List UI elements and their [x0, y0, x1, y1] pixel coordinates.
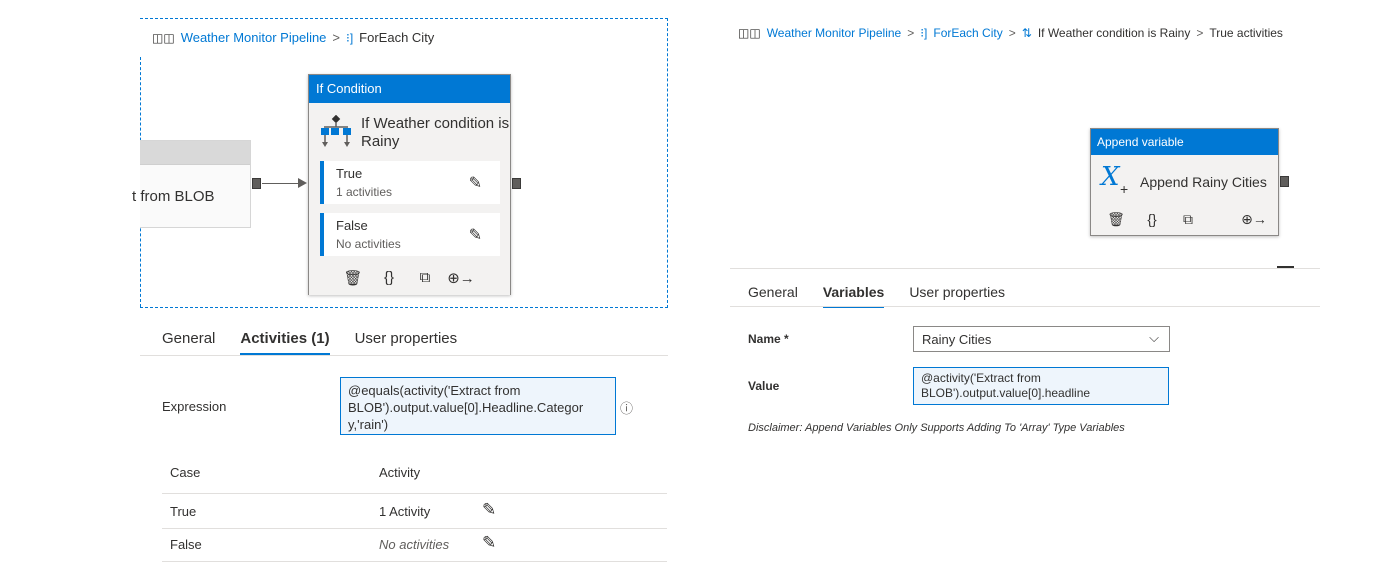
breadcrumb-separator: >	[332, 30, 341, 45]
row-case: True	[170, 504, 197, 519]
delete-icon[interactable]: 🗑	[1098, 211, 1134, 228]
connector-line	[262, 183, 302, 184]
code-icon[interactable]: {}	[1134, 211, 1170, 228]
breadcrumb-separator: >	[907, 26, 915, 40]
breadcrumb-foreach: ForEach City	[359, 30, 435, 45]
expression-line: y,'rain')	[348, 417, 389, 432]
pipeline-icon: ◫◫	[152, 30, 175, 45]
table-row: True 1 Activity ✎	[162, 496, 667, 529]
selected-value: Rainy Cities	[922, 332, 992, 347]
edit-pencil-icon[interactable]: ✎	[469, 173, 482, 193]
expression-line: @equals(activity('Extract from	[348, 383, 521, 398]
activity-type-header: Append variable	[1091, 129, 1278, 155]
breadcrumb-foreach[interactable]: ForEach City	[933, 26, 1002, 40]
breadcrumb-if-condition[interactable]: If Weather condition is Rainy	[1038, 26, 1191, 40]
variable-x-icon: X	[1101, 162, 1120, 192]
divider	[730, 306, 1320, 307]
tab-activities[interactable]: Activities (1)	[240, 330, 330, 355]
row-activity: 1 Activity	[379, 504, 431, 519]
add-output-icon[interactable]: ⊕→	[443, 269, 479, 287]
table-row: False No activities ✎	[162, 529, 667, 562]
foreach-icon: ⁝]	[920, 26, 928, 40]
breadcrumb: ◫◫ Weather Monitor Pipeline > ⁝] ForEach…	[738, 26, 1283, 40]
delete-icon[interactable]: 🗑	[335, 269, 371, 287]
tab-user-properties[interactable]: User properties	[355, 330, 458, 355]
case-activity-count: 1 activities	[336, 185, 393, 199]
value-label: Value	[748, 379, 780, 393]
case-false[interactable]: False No activities ✎	[320, 213, 500, 256]
extract-activity-node[interactable]: t from BLOB	[132, 140, 251, 228]
chevron-down-icon: ⌵	[1149, 330, 1159, 345]
tab-general[interactable]: General	[748, 284, 798, 308]
disclaimer-text: Disclaimer: Append Variables Only Suppor…	[748, 422, 1125, 434]
activity-toolbar: 🗑 {} ⧉ ⊕→	[335, 269, 479, 287]
activity-type-header: If Condition	[309, 75, 510, 103]
case-label: True	[336, 166, 363, 181]
variable-plus-icon: +	[1120, 181, 1129, 197]
name-label: Name *	[748, 332, 789, 346]
edit-pencil-icon[interactable]: ✎	[482, 500, 496, 520]
tab-user-properties[interactable]: User properties	[909, 284, 1005, 308]
output-port[interactable]	[252, 178, 261, 189]
value-input[interactable]: @activity('Extract from BLOB').output.va…	[913, 367, 1169, 405]
code-icon[interactable]: {}	[371, 269, 407, 287]
value-line: BLOB').output.value[0].headline	[921, 386, 1091, 400]
value-line: @activity('Extract from	[921, 371, 1041, 385]
variable-name-dropdown[interactable]: Rainy Cities ⌵	[913, 326, 1170, 352]
case-activity-count: No activities	[336, 237, 401, 251]
divider	[730, 268, 1320, 269]
column-header-activity: Activity	[379, 465, 421, 480]
activity-title: t from BLOB	[132, 188, 215, 205]
row-case: False	[170, 537, 202, 552]
column-header-case: Case	[170, 465, 201, 480]
breadcrumb-separator: >	[1196, 26, 1204, 40]
connector-arrow-icon	[298, 178, 307, 188]
if-condition-icon	[321, 115, 351, 147]
tab-variables[interactable]: Variables	[822, 284, 884, 308]
info-icon[interactable]: ⓘ	[620, 398, 633, 417]
edit-pencil-icon[interactable]: ✎	[482, 533, 496, 553]
breadcrumb: ◫◫ Weather Monitor Pipeline > ⁝] ForEach…	[152, 30, 434, 45]
expression-label: Expression	[162, 399, 227, 414]
copy-icon[interactable]: ⧉	[1170, 211, 1206, 228]
expression-line: BLOB').output.value[0].Headline.Categor	[348, 400, 584, 415]
edit-pencil-icon[interactable]: ✎	[469, 225, 482, 245]
breadcrumb-pipeline[interactable]: Weather Monitor Pipeline	[181, 30, 327, 45]
activity-body: If Weather condition is Rainy True 1 act…	[309, 103, 510, 295]
row-activity: No activities	[379, 537, 450, 552]
divider	[140, 355, 668, 356]
activity-toolbar: 🗑 {} ⧉ ⊕→	[1098, 211, 1272, 228]
activity-header	[140, 141, 250, 165]
breadcrumb-true-activities: True activities	[1209, 26, 1283, 40]
copy-icon[interactable]: ⧉	[407, 269, 443, 287]
tab-general[interactable]: General	[162, 330, 215, 355]
properties-tabs: General Activities (1) User properties	[162, 330, 482, 355]
if-condition-activity[interactable]: If Condition If Weather condition is Rai…	[308, 74, 511, 295]
output-port[interactable]	[512, 178, 521, 189]
append-variable-activity[interactable]: Append variable X + Append Rainy Cities …	[1090, 128, 1279, 236]
case-label: False	[336, 218, 368, 233]
breadcrumb-pipeline[interactable]: Weather Monitor Pipeline	[767, 26, 902, 40]
case-true[interactable]: True 1 activities ✎	[320, 161, 500, 204]
pipeline-icon: ◫◫	[738, 26, 761, 40]
activity-title: If Weather condition is Rainy	[361, 115, 510, 150]
activity-title: Append Rainy Cities	[1140, 174, 1267, 190]
output-port[interactable]	[1280, 176, 1289, 187]
breadcrumb-separator: >	[1008, 26, 1016, 40]
add-output-icon[interactable]: ⊕→	[1236, 211, 1272, 228]
foreach-icon: ⁝]	[346, 30, 354, 45]
if-condition-icon: ⇅	[1021, 26, 1032, 40]
table-header-row: Case Activity	[162, 458, 667, 494]
expression-input[interactable]: @equals(activity('Extract from BLOB').ou…	[340, 377, 616, 435]
properties-tabs: General Variables User properties	[748, 284, 1030, 308]
